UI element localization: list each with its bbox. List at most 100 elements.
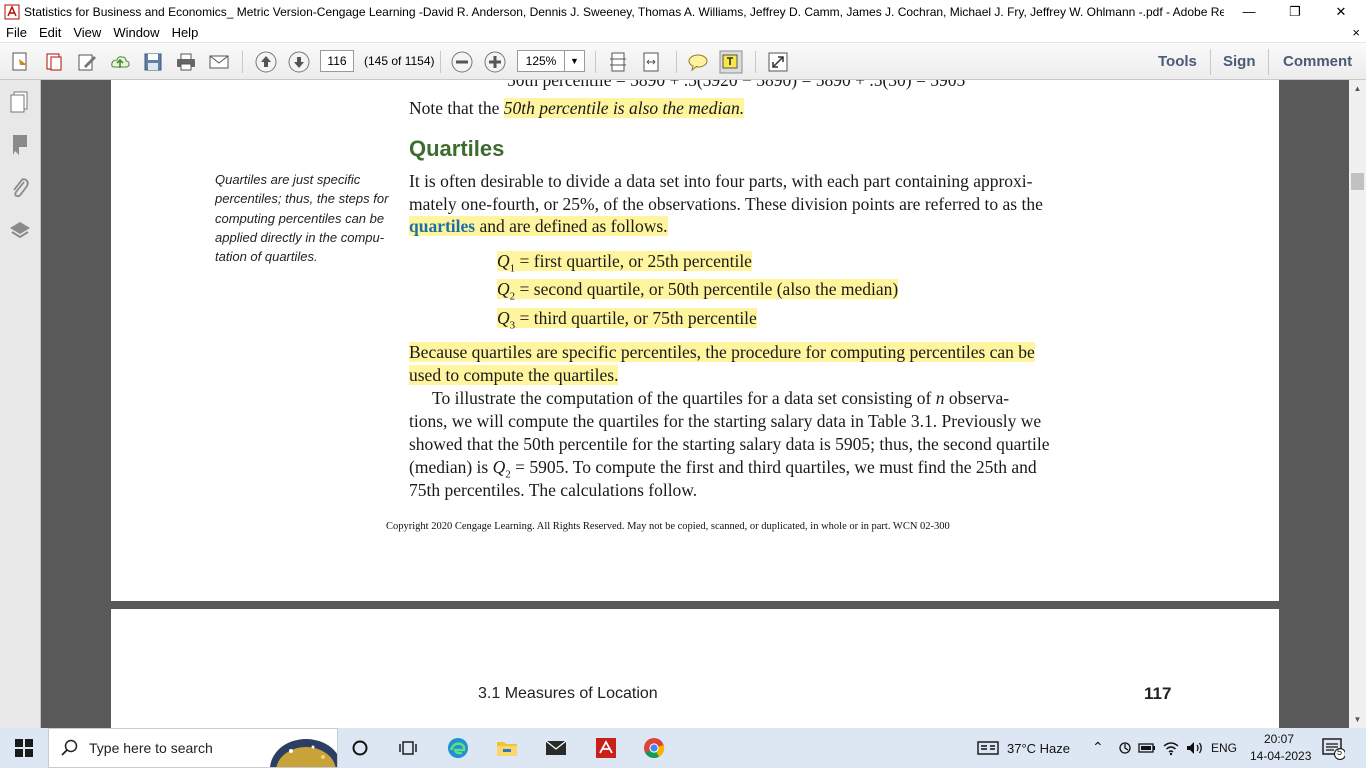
q-symbol: Q	[497, 279, 510, 299]
upload-cloud-icon[interactable]	[107, 49, 133, 75]
full-screen-icon[interactable]	[765, 49, 791, 75]
close-button[interactable]: ✕	[1318, 0, 1364, 23]
weather-icon[interactable]	[976, 736, 1000, 760]
margin-note-line: computing percentiles can be	[215, 210, 385, 226]
highlighted-quartile[interactable]: Q1 = first quartile, or 25th percentile	[497, 251, 752, 275]
running-header: 3.1 Measures of Location	[478, 685, 658, 702]
adobe-reader-icon	[4, 4, 20, 19]
battery-icon[interactable]	[1135, 736, 1159, 760]
menu-bar: File Edit View Window Help ×	[0, 23, 1366, 43]
fit-width-icon[interactable]	[638, 49, 664, 75]
toolbar-divider	[755, 51, 756, 73]
quartile-text: = first quartile, or 25th percentile	[515, 251, 752, 271]
minimize-button[interactable]: —	[1226, 0, 1272, 23]
scroll-up-icon[interactable]: ▲	[1349, 80, 1366, 97]
paragraph-text: = 5905. To compute the first and third q…	[510, 457, 1037, 477]
adobe-reader-taskbar-icon[interactable]	[594, 736, 618, 760]
q-symbol: Q	[497, 308, 510, 328]
bookmarks-icon[interactable]	[8, 133, 32, 157]
menu-view[interactable]: View	[67, 25, 107, 40]
volume-icon[interactable]	[1183, 736, 1207, 760]
scroll-down-icon[interactable]: ▼	[1349, 711, 1366, 728]
zoom-in-icon[interactable]	[482, 49, 508, 75]
zoom-out-icon[interactable]	[449, 49, 475, 75]
note-text: Note that the	[409, 98, 504, 118]
margin-note-line: applied directly in the compu-	[215, 229, 385, 245]
fit-page-icon[interactable]	[605, 49, 631, 75]
chrome-icon[interactable]	[642, 736, 666, 760]
menu-window[interactable]: Window	[107, 25, 165, 40]
taskbar-search[interactable]: Type here to search	[48, 728, 338, 768]
highlighted-definition[interactable]: quartiles and are defined as follows.	[409, 216, 668, 236]
pdf-page: 3.1 Measures of Location 117	[111, 609, 1279, 728]
key-term: quartiles	[409, 216, 476, 236]
zoom-value: 125%	[525, 54, 557, 68]
layers-icon[interactable]	[8, 219, 32, 243]
note-line: Note that the 50th percentile is also th…	[409, 98, 745, 119]
restore-button[interactable]: ❐	[1272, 0, 1318, 23]
margin-note-line: Quartiles are just specific	[215, 172, 361, 187]
email-icon[interactable]	[206, 49, 232, 75]
page-thumbnails-icon[interactable]	[8, 90, 32, 114]
print-icon[interactable]	[173, 49, 199, 75]
highlighted-quartile[interactable]: Q3 = third quartile, or 75th percentile	[497, 308, 757, 332]
highlight-text-icon[interactable]	[718, 49, 744, 75]
close-document-button[interactable]: ×	[1352, 25, 1360, 40]
create-pdf-icon[interactable]	[8, 49, 34, 75]
section-heading: Quartiles	[409, 136, 505, 161]
tools-link[interactable]: Tools	[1158, 53, 1197, 70]
previous-page-icon[interactable]	[253, 49, 279, 75]
wifi-icon[interactable]	[1159, 736, 1183, 760]
combine-files-icon[interactable]	[41, 49, 67, 75]
chevron-down-icon[interactable]: ▼	[564, 51, 584, 71]
menu-file[interactable]: File	[0, 25, 33, 40]
attachments-icon[interactable]	[8, 176, 32, 200]
comment-link[interactable]: Comment	[1283, 53, 1352, 70]
sticky-note-icon[interactable]	[685, 49, 711, 75]
pdf-page: 50th percentile = 5890 + .5(5920 − 5890)…	[111, 80, 1279, 601]
file-explorer-icon[interactable]	[495, 736, 519, 760]
weather-text[interactable]: 37°C Haze	[1007, 741, 1070, 756]
navigation-pane	[0, 80, 41, 728]
paragraph-line: showed that the 50th percentile for the …	[409, 434, 1050, 454]
save-icon[interactable]	[140, 49, 166, 75]
margin-note: Quartiles are just specific percentiles;…	[215, 170, 395, 266]
highlighted-sentence[interactable]: used to compute the quartiles.	[409, 365, 619, 385]
document-viewport[interactable]: 50th percentile = 5890 + .5(5920 − 5890)…	[41, 80, 1349, 728]
copyright-notice: Copyright 2020 Cengage Learning. All Rig…	[386, 521, 950, 532]
quartile-text: = third quartile, or 75th percentile	[515, 308, 757, 328]
paragraph-text: To illustrate the computation of the qua…	[432, 388, 936, 408]
toolbar-divider	[1268, 49, 1269, 75]
zoom-select[interactable]: 125% ▼	[517, 50, 585, 72]
clock-time[interactable]: 20:07	[1264, 732, 1294, 746]
quartile-definition: Q1 = first quartile, or 25th percentile	[497, 251, 752, 275]
paragraph-text: and are defined as follows.	[475, 216, 668, 236]
sign-link[interactable]: Sign	[1223, 53, 1256, 70]
vertical-scrollbar[interactable]: ▲ ▼	[1349, 80, 1366, 728]
highlighted-note[interactable]: 50th percentile is also the median.	[503, 98, 745, 118]
task-view-icon[interactable]	[396, 736, 420, 760]
toolbar-divider	[1210, 49, 1211, 75]
edge-browser-icon[interactable]	[446, 736, 470, 760]
toolbar-divider	[676, 51, 677, 73]
menu-help[interactable]: Help	[166, 25, 205, 40]
network-status-icon[interactable]	[1113, 736, 1137, 760]
paragraph-line: Because quartiles are specific percentil…	[409, 342, 1035, 363]
chevron-up-icon[interactable]: ⌃	[1092, 739, 1104, 756]
toolbar-divider	[242, 51, 243, 73]
clock-date[interactable]: 14-04-2023	[1250, 749, 1311, 763]
menu-edit[interactable]: Edit	[33, 25, 67, 40]
cortana-icon[interactable]	[348, 736, 372, 760]
edit-icon[interactable]	[74, 49, 100, 75]
paragraph-line: 75th percentiles. The calculations follo…	[409, 480, 698, 500]
highlighted-sentence[interactable]: Because quartiles are specific percentil…	[409, 342, 1035, 362]
next-page-icon[interactable]	[286, 49, 312, 75]
scroll-thumb[interactable]	[1351, 173, 1364, 190]
quartile-definition: Q3 = third quartile, or 75th percentile	[497, 308, 757, 332]
windows-start-icon[interactable]	[12, 736, 36, 760]
mail-icon[interactable]	[544, 736, 568, 760]
page-number-input[interactable]: 116	[320, 50, 354, 72]
language-indicator[interactable]: ENG	[1211, 741, 1237, 755]
q-symbol: Q	[492, 457, 506, 477]
highlighted-quartile[interactable]: Q2 = second quartile, or 50th percentile…	[497, 279, 899, 303]
